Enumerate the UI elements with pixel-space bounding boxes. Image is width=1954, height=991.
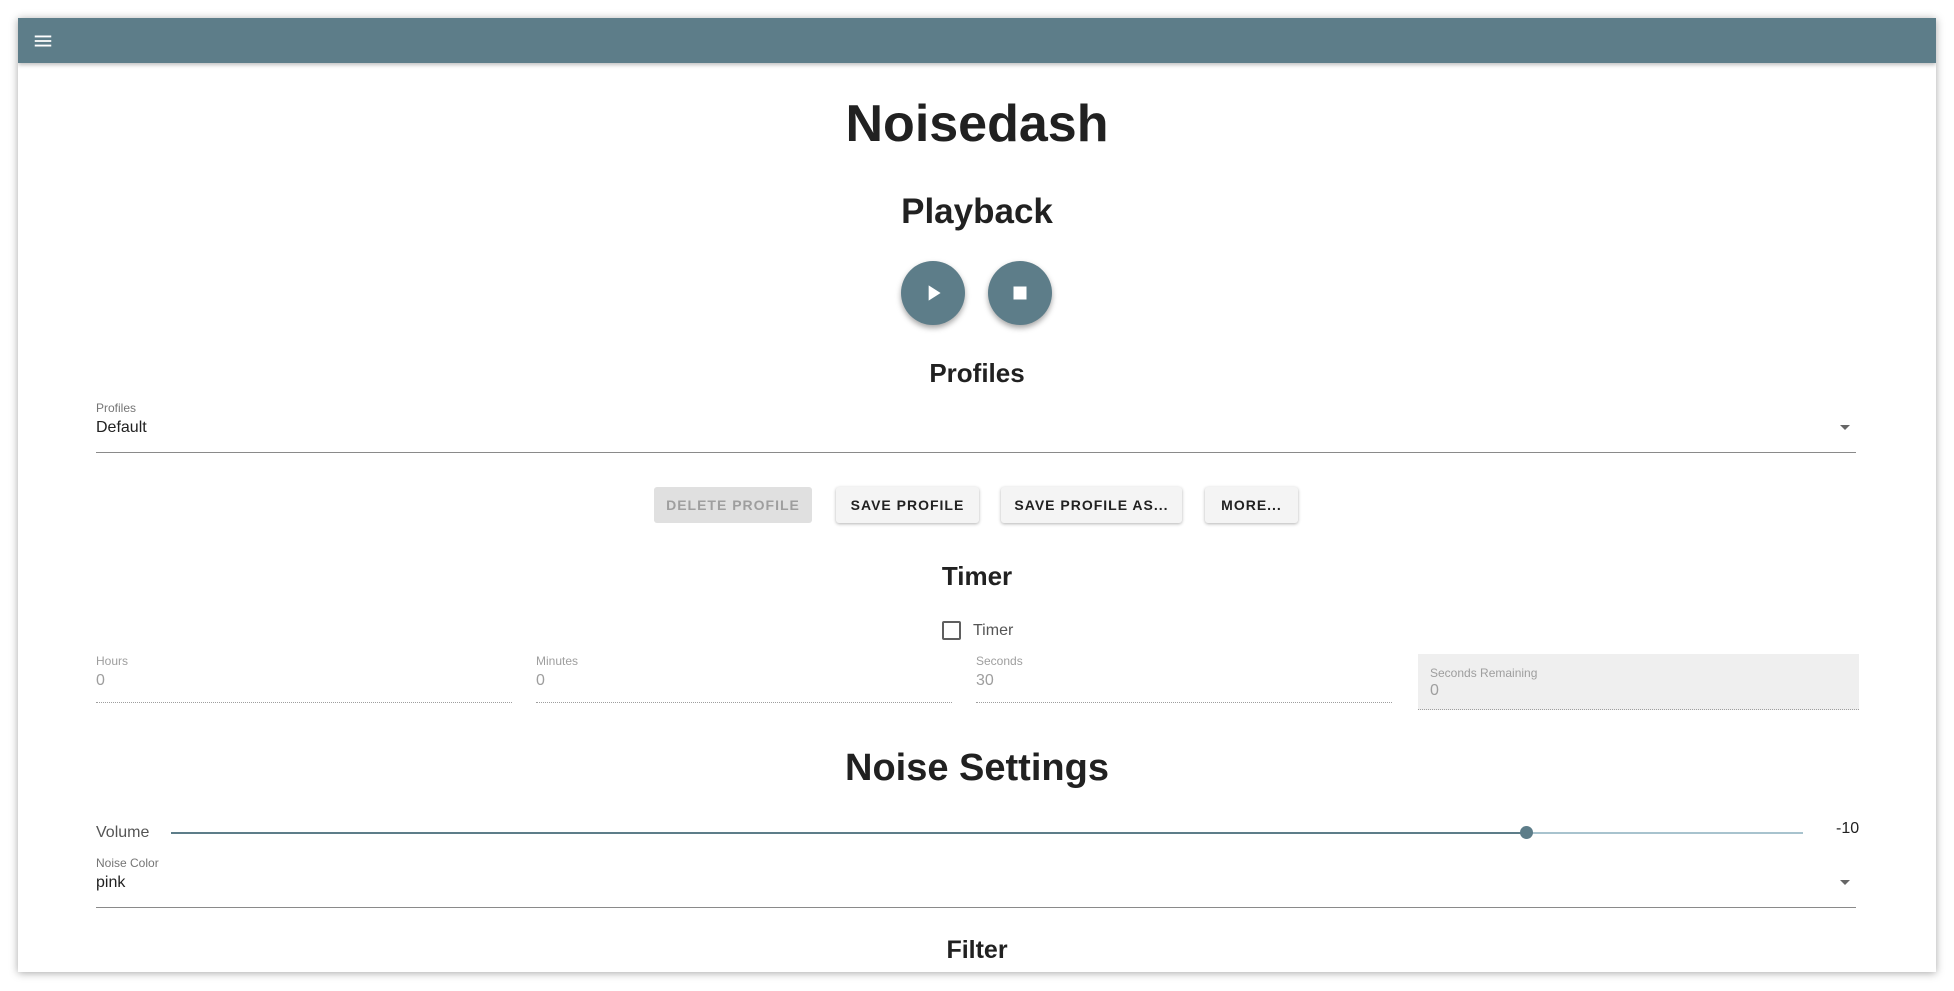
minutes-field[interactable]: Minutes 0 bbox=[536, 654, 952, 708]
filter-heading: Filter bbox=[946, 936, 1008, 964]
minutes-value: 0 bbox=[536, 672, 545, 689]
noise-color-select[interactable]: Noise Color pink bbox=[96, 856, 1856, 908]
noise-color-value: pink bbox=[96, 874, 126, 891]
select-underline bbox=[96, 452, 1856, 453]
seconds-label: Seconds bbox=[976, 654, 1023, 668]
field-underline bbox=[1418, 709, 1859, 710]
app-bar bbox=[18, 18, 1936, 63]
noise-settings-heading: Noise Settings bbox=[845, 747, 1109, 789]
seconds-remaining-value: 0 bbox=[1430, 682, 1439, 699]
more-button[interactable]: MORE... bbox=[1205, 487, 1298, 523]
hours-label: Hours bbox=[96, 654, 129, 668]
profiles-select-label: Profiles bbox=[96, 401, 137, 415]
seconds-value: 30 bbox=[976, 672, 994, 689]
app-window: Noisedash Playback Profiles Profiles Def… bbox=[18, 18, 1936, 972]
playback-heading: Playback bbox=[901, 192, 1053, 231]
hours-field[interactable]: Hours 0 bbox=[96, 654, 512, 708]
volume-value: -10 bbox=[1836, 820, 1860, 837]
menu-icon[interactable] bbox=[28, 26, 58, 56]
minutes-label: Minutes bbox=[536, 654, 579, 668]
profiles-select[interactable]: Profiles Default bbox=[96, 401, 1856, 453]
select-underline bbox=[96, 907, 1856, 908]
timer-checkbox[interactable]: Timer bbox=[942, 621, 1013, 640]
hours-value: 0 bbox=[96, 672, 105, 689]
stop-button[interactable] bbox=[988, 261, 1052, 325]
volume-row: Volume -10 bbox=[96, 818, 1876, 848]
slider-thumb[interactable] bbox=[1519, 826, 1533, 839]
field-underline bbox=[536, 702, 952, 703]
delete-profile-button[interactable]: DELETE PROFILE bbox=[654, 487, 812, 523]
play-icon bbox=[928, 285, 941, 301]
seconds-remaining-field: Seconds Remaining 0 bbox=[1418, 654, 1859, 710]
volume-slider[interactable] bbox=[171, 826, 1803, 839]
seconds-field[interactable]: Seconds 30 bbox=[976, 654, 1392, 708]
profiles-select-value: Default bbox=[96, 419, 147, 436]
field-underline bbox=[96, 702, 512, 703]
field-underline bbox=[976, 702, 1392, 703]
volume-label: Volume bbox=[96, 824, 150, 841]
stop-icon bbox=[1013, 286, 1027, 300]
slider-fill bbox=[171, 832, 1526, 834]
dropdown-arrow-icon[interactable] bbox=[1840, 425, 1850, 430]
app-title: Noisedash bbox=[845, 95, 1109, 153]
play-button[interactable] bbox=[901, 261, 965, 325]
seconds-remaining-label: Seconds Remaining bbox=[1430, 666, 1538, 680]
timer-heading: Timer bbox=[941, 561, 1013, 591]
profiles-heading: Profiles bbox=[929, 358, 1025, 388]
save-profile-as-button[interactable]: SAVE PROFILE AS... bbox=[1001, 487, 1182, 523]
save-profile-button[interactable]: SAVE PROFILE bbox=[836, 487, 979, 523]
checkbox-box-icon[interactable] bbox=[942, 621, 961, 640]
noise-color-label: Noise Color bbox=[96, 856, 159, 870]
dropdown-arrow-icon[interactable] bbox=[1840, 880, 1850, 885]
timer-checkbox-label: Timer bbox=[973, 621, 1014, 639]
